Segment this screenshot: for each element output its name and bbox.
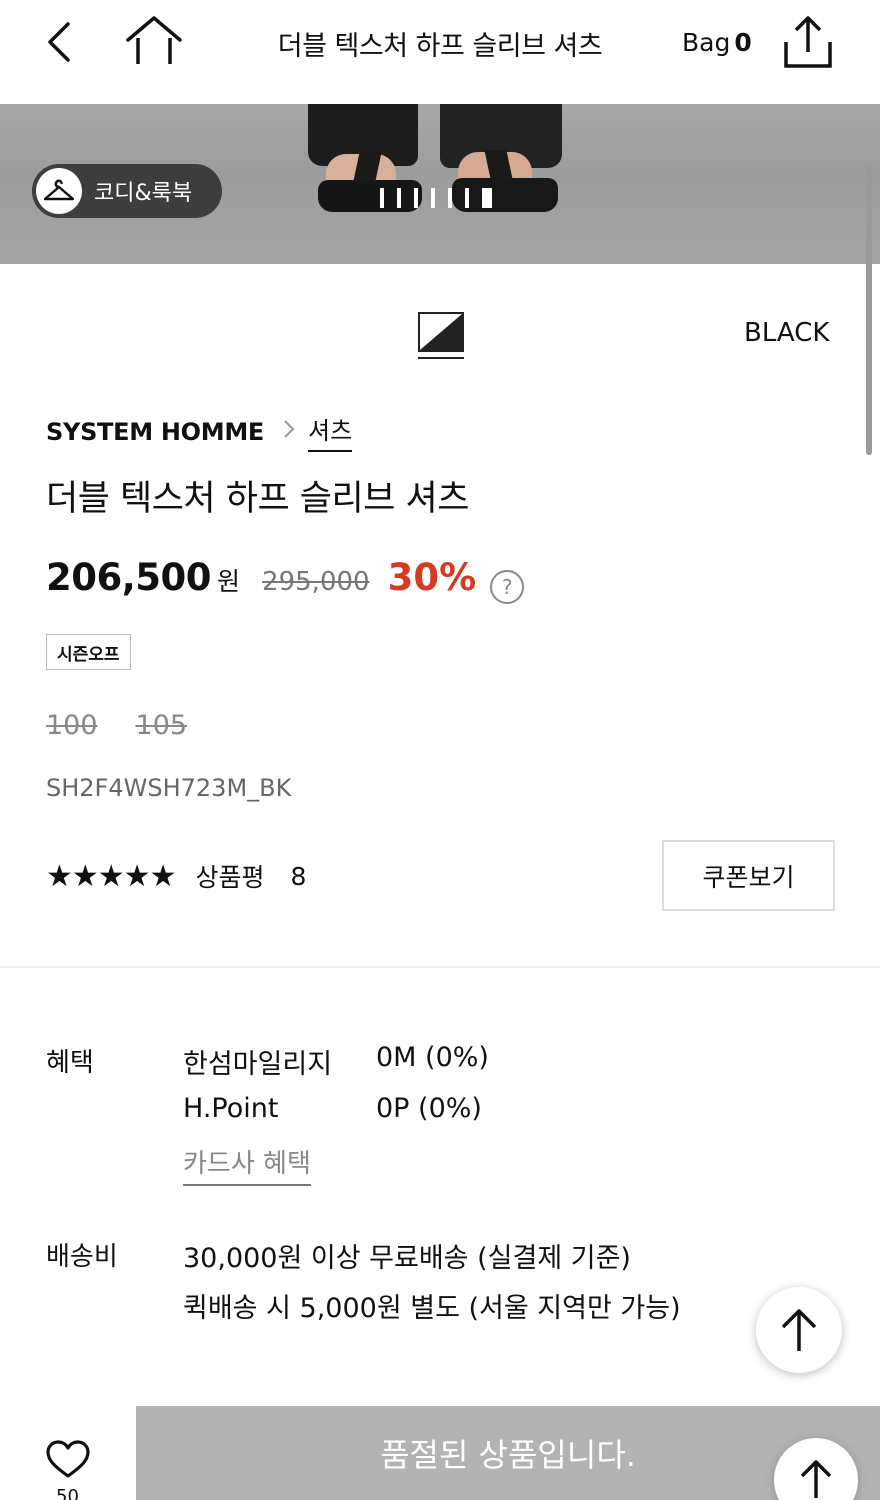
page-title: 더블 텍스처 하프 슬리브 셔츠 <box>277 31 603 62</box>
arrow-up-icon <box>781 1309 817 1351</box>
size-option-soldout: 100 <box>46 710 98 741</box>
question-icon[interactable]: ? <box>490 570 525 604</box>
price-row: 206,500 원 295,000 30% ? <box>46 556 525 604</box>
carousel-dot[interactable] <box>465 188 469 208</box>
size-options: 100 105 <box>46 710 187 741</box>
benefit-label: 혜택 <box>46 1048 94 1078</box>
breadcrumb: SYSTEM HOMME 셔츠 <box>46 411 353 452</box>
color-name: BLACK <box>744 318 830 348</box>
star-rating-icon: ★★★★★ <box>46 858 176 894</box>
carousel-dot[interactable] <box>397 188 401 208</box>
color-swatch-icon[interactable] <box>418 312 464 360</box>
review-label: 상품평 <box>195 863 265 892</box>
carousel-dot[interactable] <box>414 188 418 208</box>
top-header: 더블 텍스처 하프 슬리브 셔츠 Bag 0 <box>0 0 880 104</box>
share-icon[interactable] <box>782 14 834 70</box>
bag-button[interactable]: Bag 0 <box>682 28 752 57</box>
carousel-indicator <box>380 188 492 210</box>
carousel-dot[interactable] <box>380 188 384 208</box>
bag-count: 0 <box>734 28 752 57</box>
back-arrow-icon[interactable] <box>40 18 84 66</box>
arrow-up-icon <box>800 1460 832 1498</box>
brand-link[interactable]: SYSTEM HOMME <box>46 418 264 446</box>
season-off-badge: 시즌오프 <box>46 634 131 670</box>
scroll-top-button[interactable] <box>756 1287 842 1373</box>
carousel-dot[interactable] <box>448 188 452 208</box>
discount-rate: 30% <box>387 556 477 599</box>
coupon-button[interactable]: 쿠폰보기 <box>662 840 835 911</box>
bottom-action-bar: 50 품절된 상품입니다. <box>0 1406 880 1500</box>
bag-label: Bag <box>682 28 731 57</box>
page-scrollbar[interactable] <box>866 165 872 455</box>
size-option-soldout: 105 <box>135 710 188 741</box>
mileage-value: 0M (0%) <box>376 1042 489 1073</box>
original-price: 295,000 <box>262 567 370 597</box>
shipping-label: 배송비 <box>46 1242 118 1272</box>
carousel-dot[interactable] <box>482 188 492 208</box>
mileage-name: 한섬마일리지 <box>183 1049 333 1080</box>
codi-label: 코디&룩북 <box>94 181 193 206</box>
mileage-row: 한섬마일리지 0M (0%) <box>183 1042 489 1081</box>
category-link[interactable]: 셔츠 <box>308 411 353 452</box>
home-icon[interactable] <box>124 14 184 66</box>
heart-icon[interactable] <box>44 1440 92 1484</box>
review-count: 8 <box>290 861 307 891</box>
shipping-quick-info: 퀵배송 시 5,000원 별도 (서울 지역만 가능) <box>183 1293 681 1324</box>
currency-unit: 원 <box>217 567 241 596</box>
hpoint-value: 0P (0%) <box>376 1093 482 1124</box>
wish-count: 50 <box>56 1486 79 1500</box>
rating-row[interactable]: ★★★★★ 상품평 8 <box>46 858 306 894</box>
shipping-free-info: 30,000원 이상 무료배송 (실결제 기준) <box>183 1243 631 1274</box>
soldout-button[interactable]: 품절된 상품입니다. <box>136 1406 880 1500</box>
codi-lookbook-button[interactable]: 코디&룩북 <box>32 164 222 218</box>
product-code: SH2F4WSH723M_BK <box>46 774 292 802</box>
carousel-dot[interactable] <box>431 188 435 208</box>
chevron-right-icon <box>282 418 296 446</box>
hanger-icon <box>36 168 82 214</box>
hpoint-name: H.Point <box>183 1093 279 1124</box>
product-image-carousel[interactable]: 코디&룩북 <box>0 104 880 264</box>
card-benefit-link[interactable]: 카드사 혜택 <box>183 1143 311 1186</box>
hpoint-row: H.Point 0P (0%) <box>183 1093 482 1124</box>
product-name: 더블 텍스처 하프 슬리브 셔츠 <box>46 479 469 519</box>
sale-price: 206,500 <box>46 556 212 599</box>
section-divider <box>0 966 880 968</box>
